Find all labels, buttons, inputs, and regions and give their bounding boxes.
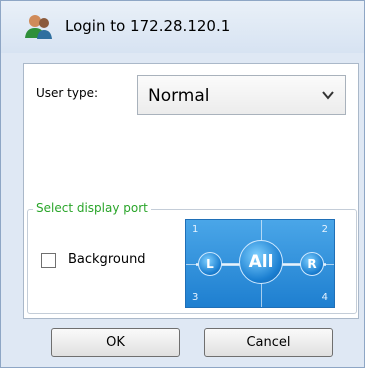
quadrant-label-4: 4 bbox=[321, 292, 328, 303]
quadrant-label-3: 3 bbox=[192, 292, 199, 303]
background-checkbox[interactable] bbox=[41, 253, 56, 268]
port-left-button[interactable]: L bbox=[198, 252, 222, 276]
port-all-button[interactable]: All bbox=[239, 240, 283, 284]
display-port-group-label: Select display port bbox=[33, 201, 151, 215]
login-dialog: Login to 172.28.120.1 User type: Normal … bbox=[0, 0, 365, 368]
display-port-group: Select display port Background 1 2 3 4 L… bbox=[27, 201, 357, 314]
port-right-button[interactable]: R bbox=[300, 252, 324, 276]
user-group-icon bbox=[25, 15, 52, 39]
window-title: Login to 172.28.120.1 bbox=[65, 17, 231, 35]
quadrant-label-1: 1 bbox=[192, 224, 199, 235]
background-checkbox-label[interactable]: Background bbox=[68, 252, 146, 267]
chevron-down-icon bbox=[322, 91, 334, 100]
display-port-selector: 1 2 3 4 L All R bbox=[185, 219, 335, 308]
quadrant-label-2: 2 bbox=[321, 224, 328, 235]
user-type-label: User type: bbox=[36, 86, 99, 100]
title-bar: Login to 172.28.120.1 bbox=[1, 1, 364, 53]
user-type-select[interactable]: Normal bbox=[137, 75, 346, 115]
login-form: User type: Normal Select display port Ba… bbox=[23, 63, 359, 319]
user-type-value: Normal bbox=[148, 86, 210, 106]
ok-button[interactable]: OK bbox=[51, 328, 180, 357]
cancel-button[interactable]: Cancel bbox=[204, 328, 333, 357]
